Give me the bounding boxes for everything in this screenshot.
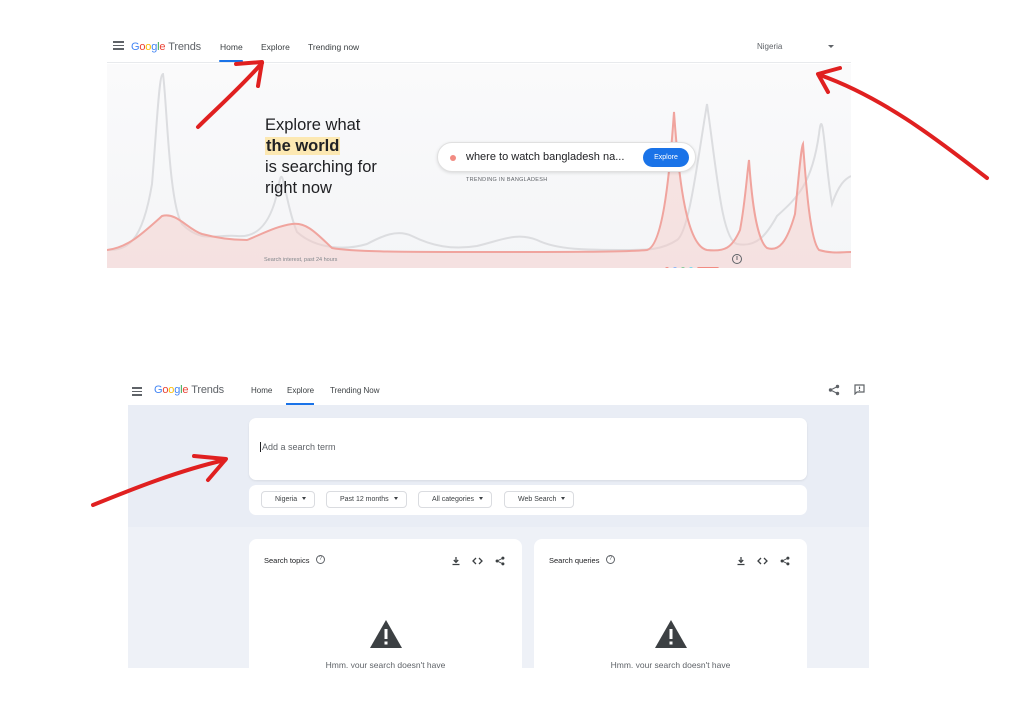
- caret-down-icon: [479, 497, 484, 500]
- search-panel: Nigeria Past 12 months All categories We…: [128, 405, 869, 527]
- card-toolbar: [729, 553, 790, 571]
- carousel-dot[interactable]: [673, 267, 677, 268]
- category-filter[interactable]: All categories: [418, 491, 493, 508]
- card-title: Search queries: [549, 556, 600, 565]
- feedback-icon[interactable]: [854, 384, 865, 395]
- download-icon[interactable]: [451, 556, 461, 566]
- caret-down-icon: [393, 497, 398, 500]
- help-icon[interactable]: ?: [316, 555, 325, 564]
- share-icon[interactable]: [780, 556, 790, 566]
- card-toolbar: [444, 553, 505, 571]
- chevron-down-icon[interactable]: [828, 45, 834, 48]
- empty-state-message: Hmm, your search doesn't have: [610, 660, 731, 668]
- trending-query-text[interactable]: where to watch bangladesh na...: [466, 151, 624, 163]
- trend-dot-icon: [450, 155, 456, 161]
- trends-wordmark: Trends: [191, 384, 224, 396]
- google-wordmark: Google: [131, 41, 166, 53]
- hero-headline: Explore what the world is searching for …: [265, 115, 377, 199]
- search-box[interactable]: [249, 418, 807, 480]
- trends-explore-screenshot: GoogleTrends Home Explore Trending Now N…: [128, 378, 869, 668]
- carousel-dot[interactable]: [665, 267, 669, 268]
- caret-down-icon: [561, 497, 566, 500]
- menu-icon[interactable]: [132, 387, 142, 396]
- carousel-dot[interactable]: [681, 267, 685, 268]
- nav-home[interactable]: Home: [220, 42, 243, 52]
- trends-wordmark: Trends: [168, 41, 201, 53]
- trending-region-label: TRENDING IN BANGLADESH: [466, 177, 548, 183]
- active-tab-indicator: [219, 60, 243, 62]
- region-filter-label: Nigeria: [275, 496, 298, 503]
- property-filter-label: Web Search: [518, 496, 557, 503]
- trending-search-pill[interactable]: where to watch bangladesh na... Explore: [437, 142, 696, 172]
- trends-home-screenshot: Google Trends Home Explore Trending now N…: [107, 30, 851, 268]
- share-icon[interactable]: [828, 384, 840, 396]
- help-icon[interactable]: ?: [606, 555, 615, 564]
- carousel-dot[interactable]: [689, 267, 693, 268]
- headline-highlight: the world: [265, 137, 341, 155]
- search-topics-card: Search topics ? Hmm, your search doesn't…: [249, 539, 522, 668]
- chart-footnote: Search interest, past 24 hours: [264, 257, 338, 263]
- filter-bar: Nigeria Past 12 months All categories We…: [249, 485, 807, 515]
- embed-icon[interactable]: [472, 556, 484, 566]
- warning-icon: [370, 620, 402, 648]
- google-trends-logo[interactable]: Google Trends: [131, 41, 201, 53]
- empty-state-message: Hmm, your search doesn't have: [325, 660, 446, 668]
- carousel-active-bar[interactable]: [697, 267, 719, 268]
- explore-button[interactable]: Explore: [643, 148, 689, 167]
- property-filter[interactable]: Web Search: [504, 491, 575, 508]
- time-filter-label: Past 12 months: [340, 496, 389, 503]
- nav-trending-now[interactable]: Trending Now: [330, 386, 380, 395]
- carousel-indicators[interactable]: [665, 258, 723, 268]
- download-icon[interactable]: [736, 556, 746, 566]
- region-filter[interactable]: Nigeria: [261, 491, 316, 508]
- search-input[interactable]: [260, 442, 760, 452]
- menu-icon[interactable]: [113, 41, 124, 50]
- google-wordmark: Google: [154, 384, 189, 396]
- nav-home[interactable]: Home: [251, 386, 272, 395]
- share-icon[interactable]: [495, 556, 505, 566]
- category-filter-label: All categories: [432, 496, 475, 503]
- card-title: Search topics: [264, 556, 310, 565]
- google-trends-logo[interactable]: Google Trends: [154, 384, 224, 396]
- nav-trending-now[interactable]: Trending now: [308, 42, 359, 52]
- nav-explore[interactable]: Explore: [287, 386, 314, 395]
- headline-line-3: is searching for: [265, 158, 377, 176]
- nav-explore[interactable]: Explore: [261, 42, 290, 52]
- explore-header: Google Trends Home Explore Trending Now: [128, 378, 869, 405]
- hero-section: Explore what the world is searching for …: [107, 64, 851, 268]
- embed-icon[interactable]: [757, 556, 769, 566]
- warning-icon: [655, 620, 687, 648]
- home-header: Google Trends Home Explore Trending now N…: [107, 30, 851, 63]
- headline-line-4: right now: [265, 179, 332, 197]
- pause-icon[interactable]: II: [732, 254, 742, 264]
- time-filter[interactable]: Past 12 months: [326, 491, 407, 508]
- headline-line-1: Explore what: [265, 116, 361, 134]
- search-queries-card: Search queries ? Hmm, your search doesn'…: [534, 539, 807, 668]
- country-selector[interactable]: Nigeria: [757, 42, 782, 51]
- caret-down-icon: [302, 497, 307, 500]
